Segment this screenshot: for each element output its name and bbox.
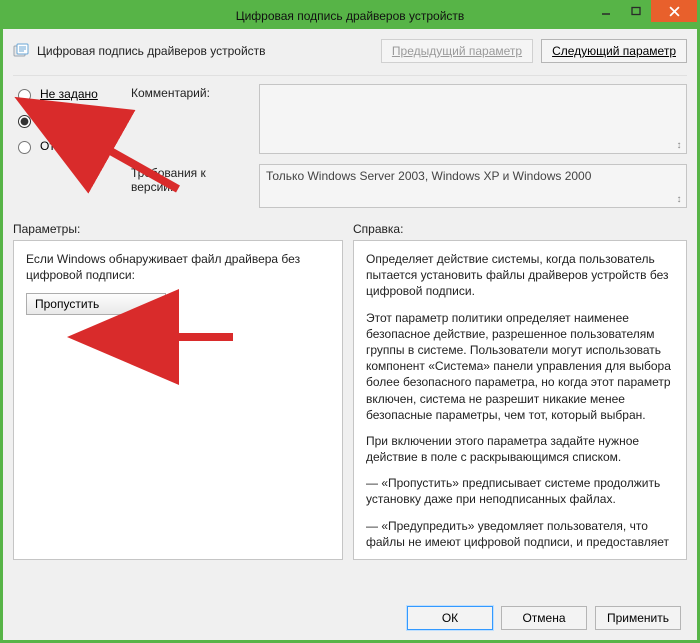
help-column: Справка: Определяет действие системы, ко… <box>353 222 687 596</box>
radio-not-configured[interactable]: Не задано <box>13 86 123 102</box>
help-panel: Определяет действие системы, когда польз… <box>353 240 687 560</box>
ok-button[interactable]: ОК <box>407 606 493 630</box>
radio-disabled-input[interactable] <box>18 141 31 154</box>
divider <box>13 75 687 76</box>
upper-grid: Не задано Включено Отключено Комментарий… <box>13 84 687 208</box>
radio-disabled-label: Отключено <box>40 139 102 153</box>
radio-not-configured-label: Не задано <box>40 87 98 101</box>
help-paragraph: Этот параметр политики определяет наимен… <box>366 310 672 423</box>
radio-enabled-input[interactable] <box>18 115 31 128</box>
requirements-value: Только Windows Server 2003, Windows XP и… <box>266 169 591 183</box>
parameters-panel: Если Windows обнаруживает файл драйвера … <box>13 240 343 560</box>
window-controls <box>591 0 697 22</box>
help-paragraph: — «Предупредить» уведомляет пользователя… <box>366 518 672 549</box>
footer-buttons: ОК Отмена Применить <box>13 596 687 632</box>
page-title: Цифровая подпись драйверов устройств <box>37 44 373 58</box>
parameters-prompt: Если Windows обнаруживает файл драйвера … <box>26 251 330 283</box>
policy-icon <box>13 43 29 59</box>
resize-handle-icon: ↕ <box>674 141 684 151</box>
help-paragraph: При включении этого параметра задайте ну… <box>366 433 672 465</box>
resize-handle-icon: ↕ <box>674 195 684 205</box>
apply-button[interactable]: Применить <box>595 606 681 630</box>
comment-label: Комментарий: <box>131 84 251 100</box>
window-frame: Цифровая подпись драйверов устройств <box>0 0 700 643</box>
parameters-column: Параметры: Если Windows обнаруживает фай… <box>13 222 343 596</box>
next-setting-button[interactable]: Следующий параметр <box>541 39 687 63</box>
help-label: Справка: <box>353 222 687 236</box>
action-dropdown[interactable]: Пропустить <box>26 293 166 315</box>
radio-enabled[interactable]: Включено <box>13 112 123 128</box>
lower-grid: Параметры: Если Windows обнаруживает фай… <box>13 222 687 596</box>
cancel-button[interactable]: Отмена <box>501 606 587 630</box>
radio-not-configured-input[interactable] <box>18 89 31 102</box>
parameters-label: Параметры: <box>13 222 343 236</box>
help-paragraph: — «Пропустить» предписывает системе прод… <box>366 475 672 507</box>
previous-setting-button: Предыдущий параметр <box>381 39 533 63</box>
close-button[interactable] <box>651 0 697 22</box>
requirements-box: Только Windows Server 2003, Windows XP и… <box>259 164 687 208</box>
radio-enabled-label: Включено <box>40 113 95 127</box>
minimize-button[interactable] <box>591 0 621 22</box>
requirements-label: Требования к версии: <box>131 164 251 194</box>
help-paragraph: Определяет действие системы, когда польз… <box>366 251 672 300</box>
title-bar[interactable]: Цифровая подпись драйверов устройств <box>3 3 697 29</box>
header-row: Цифровая подпись драйверов устройств Пре… <box>13 39 687 63</box>
help-scroll[interactable]: Определяет действие системы, когда польз… <box>366 251 674 549</box>
comment-textarea[interactable]: ↕ <box>259 84 687 154</box>
maximize-button[interactable] <box>621 0 651 22</box>
radio-disabled[interactable]: Отключено <box>13 138 123 154</box>
window-content: Цифровая подпись драйверов устройств Пре… <box>3 29 697 640</box>
state-radio-group: Не задано Включено Отключено <box>13 84 123 154</box>
